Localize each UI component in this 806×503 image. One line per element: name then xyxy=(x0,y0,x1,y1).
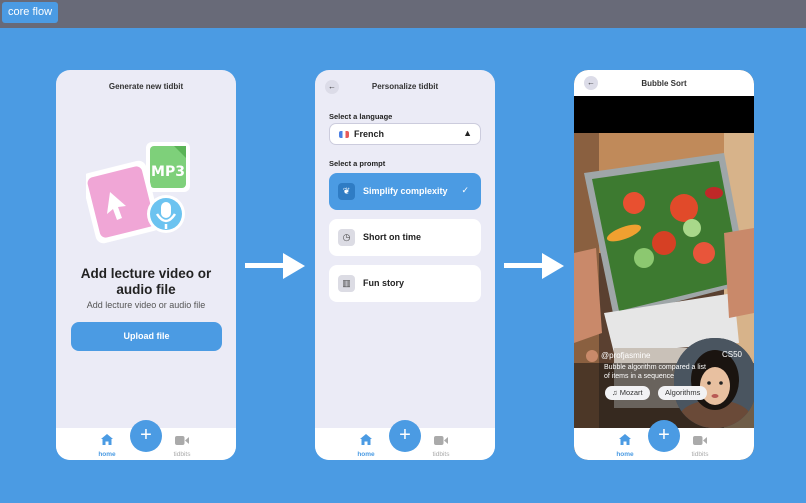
nav-home[interactable]: home xyxy=(355,432,377,458)
language-value: French xyxy=(354,129,385,139)
nav-home[interactable]: home xyxy=(96,432,118,458)
home-icon xyxy=(619,434,631,445)
prompt-option[interactable]: ❦ Simplify complexity ✓ xyxy=(329,173,481,210)
nav-tidbits-label: tidbits xyxy=(432,451,450,458)
screen-title: Generate new tidbit xyxy=(108,82,184,91)
screen-title: Bubble Sort xyxy=(641,79,687,88)
clock-icon: ◷ xyxy=(338,229,355,246)
presenter-video-overlay xyxy=(674,338,754,428)
sub-heading: Add lecture video or audio file xyxy=(86,300,206,310)
prompt-label: Select a prompt xyxy=(329,159,386,168)
series-tag: CS50 xyxy=(721,350,742,359)
prompt-option[interactable]: ◷ Short on time xyxy=(329,219,481,256)
nav-tidbits[interactable]: tidbits xyxy=(688,432,712,458)
prompt-option-label: Short on time xyxy=(363,232,421,242)
phone-generate: Generate new tidbit MP3 Add lecture vide… xyxy=(56,70,236,460)
video-camera-icon xyxy=(693,436,707,445)
upload-file-button[interactable]: Upload file xyxy=(71,322,222,351)
arrow-right-icon xyxy=(245,253,305,279)
prompt-option[interactable]: ▥ Fun story xyxy=(329,265,481,302)
french-flag-icon xyxy=(339,131,349,138)
flow-tag[interactable]: core flow xyxy=(2,2,59,23)
nav-tidbits[interactable]: tidbits xyxy=(429,432,453,458)
create-fab-button[interactable]: + xyxy=(130,420,162,452)
nav-tidbits-label: tidbits xyxy=(173,451,191,458)
phone-video-player: ← Bubble Sort @profjasmine CS50 Bubble a… xyxy=(574,70,754,460)
presenter-portrait-image xyxy=(674,338,754,428)
mp3-label: MP3 xyxy=(151,164,185,180)
prompt-option-label: Fun story xyxy=(363,278,405,288)
nav-tidbits[interactable]: tidbits xyxy=(170,432,194,458)
music-chip[interactable]: ♫ Mozart xyxy=(605,386,650,400)
nav-home[interactable]: home xyxy=(614,432,636,458)
nav-home-label: home xyxy=(616,451,634,458)
phone-personalize: ← Personalize tidbit Select a language F… xyxy=(315,70,495,460)
home-icon xyxy=(101,434,113,445)
creator-handle: @profjasmine xyxy=(601,351,651,361)
top-bar: core flow xyxy=(0,0,806,28)
home-icon xyxy=(360,434,372,445)
create-fab-button[interactable]: + xyxy=(389,420,421,452)
language-select[interactable]: French ▲ xyxy=(329,123,481,145)
upload-illustration: MP3 xyxy=(86,142,190,244)
topic-chip[interactable]: Algorithms xyxy=(658,386,708,400)
nav-home-label: home xyxy=(98,451,116,458)
nav-home-label: home xyxy=(357,451,375,458)
chevron-up-icon: ▲ xyxy=(463,128,472,138)
video-camera-icon xyxy=(434,436,448,445)
player-header: ← Bubble Sort xyxy=(574,70,754,96)
creator-row[interactable]: @profjasmine xyxy=(586,350,650,362)
screen-title: Personalize tidbit xyxy=(371,82,439,91)
video-caption: Bubble algorithm compared a list of item… xyxy=(604,364,706,380)
language-label: Select a language xyxy=(329,112,393,121)
avatar xyxy=(586,350,598,362)
prompt-option-label: Simplify complexity xyxy=(363,186,448,196)
book-icon: ▥ xyxy=(338,275,355,292)
nav-tidbits-label: tidbits xyxy=(691,451,709,458)
leaf-icon: ❦ xyxy=(338,183,355,200)
video-camera-icon xyxy=(175,436,189,445)
create-fab-button[interactable]: + xyxy=(648,420,680,452)
main-heading: Add lecture video or audio file xyxy=(80,266,212,297)
checkmark-icon: ✓ xyxy=(461,185,469,195)
arrow-right-icon xyxy=(504,253,564,279)
